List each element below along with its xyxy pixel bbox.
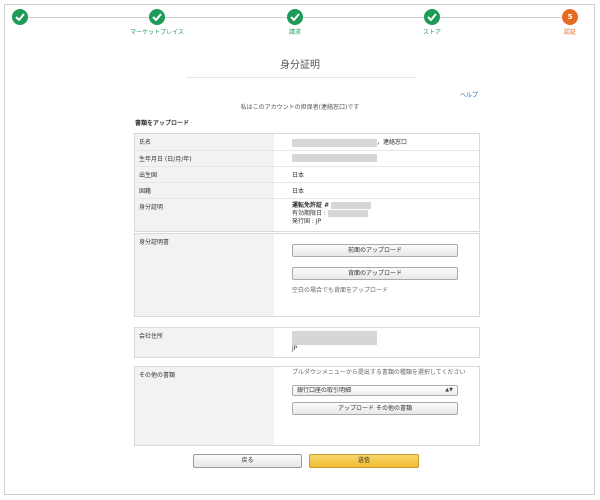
company-address-value: JP bbox=[274, 328, 479, 357]
redacted-block bbox=[292, 153, 377, 162]
table-row: 国籍 日本 bbox=[135, 182, 479, 199]
doc-type-selected: 銀行口座の取引明細 bbox=[297, 387, 352, 394]
step-label-marketplace: マーケットプレイス bbox=[130, 29, 184, 36]
page-title: 身分証明 bbox=[280, 60, 320, 71]
redacted-block bbox=[327, 209, 368, 217]
table-row: 身分証明書 前面のアップロード 背面のアップロード 空白の場合でも背面をアップロ… bbox=[135, 234, 479, 316]
step-5-number: 5 bbox=[562, 9, 578, 25]
row-value-id: 運転免許証 # 有効期限日 : 発行国 : JP bbox=[274, 199, 479, 231]
row-label-birth-country: 出生国 bbox=[135, 166, 274, 182]
redacted-block bbox=[331, 201, 372, 209]
other-documents-box: その他の書類 プルダウンメニューから提出する書類の種類を選択してください 銀行口… bbox=[134, 366, 480, 446]
company-address-box: 会社住所 JP bbox=[134, 327, 480, 358]
name-suffix: ，連絡窓口 bbox=[377, 139, 408, 146]
row-value-birth-country: 日本 bbox=[292, 171, 305, 179]
doc-type-instruction: プルダウンメニューから提出する書類の種類を選択してください bbox=[292, 369, 466, 376]
redacted-block bbox=[292, 331, 377, 345]
table-row: 氏名 ，連絡窓口 bbox=[135, 134, 479, 151]
id-issuer: 発行国 : JP bbox=[292, 217, 322, 225]
row-value-nationality: 日本 bbox=[292, 187, 305, 195]
table-row: 身分証明 運転免許証 # 有効期限日 : 発行国 : JP bbox=[135, 198, 479, 231]
progress-stepper: マーケットプレイス 請求 ストア 5 認証 bbox=[0, 0, 600, 40]
row-value-birthdate bbox=[274, 151, 479, 166]
account-owner-note: 私はこのアカウントの担保者(連絡窓口)です bbox=[240, 104, 360, 111]
redacted-block bbox=[292, 138, 377, 147]
back-button[interactable]: 戻る bbox=[193, 454, 302, 468]
step-3-check-icon bbox=[287, 9, 303, 25]
id-doc-type: 運転免許証 # bbox=[292, 201, 330, 209]
upload-other-document-button[interactable]: アップロード その他の書類 bbox=[292, 402, 458, 415]
step-1-check-icon bbox=[12, 9, 28, 25]
id-document-controls: 前面のアップロード 背面のアップロード 空白の場合でも背面をアップロード bbox=[274, 234, 479, 316]
upload-back-hint: 空白の場合でも背面をアップロード bbox=[292, 287, 389, 294]
row-label-nationality: 国籍 bbox=[135, 182, 274, 198]
table-row: 会社住所 JP bbox=[135, 328, 479, 357]
table-row: その他の書類 プルダウンメニューから提出する書類の種類を選択してください 銀行口… bbox=[135, 367, 479, 445]
select-updown-icon: ▲▼ bbox=[445, 387, 453, 393]
step-label-store: ストア bbox=[422, 29, 442, 36]
help-link[interactable]: ヘルプ bbox=[460, 90, 478, 99]
id-document-upload-box: 身分証明書 前面のアップロード 背面のアップロード 空白の場合でも背面をアップロ… bbox=[134, 233, 480, 317]
step-label-billing: 請求 bbox=[288, 29, 302, 36]
submit-button[interactable]: 送信 bbox=[309, 454, 419, 468]
row-label-name: 氏名 bbox=[135, 134, 274, 150]
row-value-name: ，連絡窓口 bbox=[274, 134, 479, 150]
identity-info-table: 氏名 ，連絡窓口 生年月日 (日/月/年) 出生国 日本 国籍 日本 身分証明 … bbox=[134, 133, 480, 232]
table-row: 出生国 日本 bbox=[135, 166, 479, 183]
row-label-id: 身分証明 bbox=[135, 198, 274, 231]
other-documents-controls: プルダウンメニューから提出する書類の種類を選択してください 銀行口座の取引明細 … bbox=[274, 367, 479, 445]
row-label-birthdate: 生年月日 (日/月/年) bbox=[135, 150, 274, 166]
id-expiry: 有効期限日 : bbox=[292, 209, 326, 217]
address-country: JP bbox=[292, 345, 298, 352]
doc-type-select[interactable]: 銀行口座の取引明細 ▲▼ bbox=[292, 385, 458, 396]
table-row: 生年月日 (日/月/年) bbox=[135, 150, 479, 167]
step-label-verification: 認証 bbox=[563, 29, 577, 36]
upload-back-button[interactable]: 背面のアップロード bbox=[292, 267, 458, 280]
id-document-label: 身分証明書 bbox=[135, 234, 274, 316]
company-address-label: 会社住所 bbox=[135, 328, 274, 357]
step-2-check-icon bbox=[149, 9, 165, 25]
title-divider bbox=[186, 77, 416, 78]
step-4-check-icon bbox=[424, 9, 440, 25]
section-title: 書類をアップロード bbox=[135, 120, 190, 127]
other-documents-label: その他の書類 bbox=[135, 367, 274, 445]
upload-front-button[interactable]: 前面のアップロード bbox=[292, 244, 458, 257]
